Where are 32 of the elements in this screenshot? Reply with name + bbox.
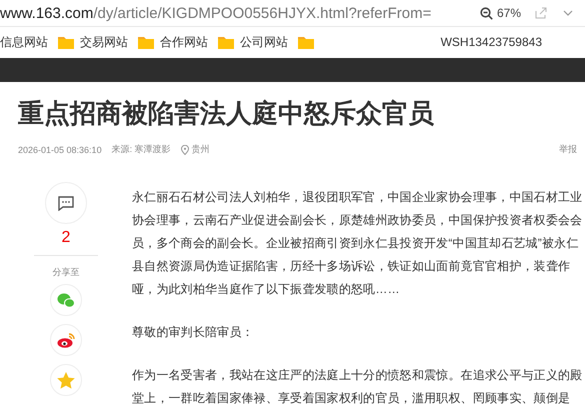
chat-bubbles-icon[interactable] [57, 292, 75, 308]
report-link[interactable]: 举报 [559, 143, 577, 156]
bookmark-folder[interactable]: 交易网站 [80, 34, 128, 50]
zoom-level: 67% [496, 6, 521, 20]
star-icon[interactable] [57, 372, 75, 388]
bookmark-folder[interactable]: 合作网站 [160, 34, 208, 50]
eye-logo-icon[interactable] [57, 332, 75, 348]
share-button[interactable] [50, 324, 82, 356]
comment-count[interactable]: 2 [62, 229, 70, 247]
bookmark-link[interactable]: 信息网站 [0, 34, 48, 50]
article-title: 重点招商被陷害法人庭中怒斥众官员 [18, 97, 435, 130]
article-paragraph: 永仁丽石石材公司法人刘柏华，退役团职军官，中国企业家协会理事，中国石材工业协会理事，云南石产业促进会副会长，原楚雄州政协委员，中国保护投资者权委会会员，多个商会的副会长。企业被招商引资到永仁县投资开发“中国苴却石艺城”被永仁县自然资源局伪造证据陷害，历经十多场诉讼，铁证如山面前竟官官相护，装聋作哑，为此刘柏华当庭作了以下振聋发聩的怒吼…… [132, 189, 584, 298]
article-paragraph: 作为一名受害者，我站在这庄严的法庭上十分的愤怒和震惊。在追求公平与正义的殿堂上，一群吃着国家俸禄、享受着国家权利的官员，滥用职权、罔顾事实、颠倒是 [132, 367, 584, 407]
folder-icon [138, 35, 154, 49]
folder-icon [58, 35, 74, 49]
folder-icon [298, 35, 314, 49]
chevron-down-icon[interactable] [563, 10, 573, 16]
comment-button[interactable] [45, 182, 87, 224]
folder-icon [218, 35, 234, 49]
bookmark-folder[interactable]: 公司网站 [240, 34, 288, 50]
share-label: 分享至 [52, 266, 80, 279]
comment-icon [58, 196, 74, 210]
article-location: 贵州 [192, 143, 210, 156]
publish-date: 2026-01-05 08:36:10 [18, 144, 102, 154]
article-paragraph: 尊敬的审判长陪审员： [132, 324, 255, 341]
address-field[interactable]: www.163.com/dy/article/KIGDMPOO0556HJYX.html?referFrom= [0, 4, 480, 22]
share-icon[interactable] [535, 7, 547, 19]
location-pin-icon [180, 144, 189, 154]
article-source: 来源: 寒潭渡影 [112, 143, 171, 156]
user-name: WSH13423759843 [440, 35, 542, 49]
share-button[interactable] [50, 284, 82, 316]
zoom-out-icon[interactable] [480, 6, 493, 20]
